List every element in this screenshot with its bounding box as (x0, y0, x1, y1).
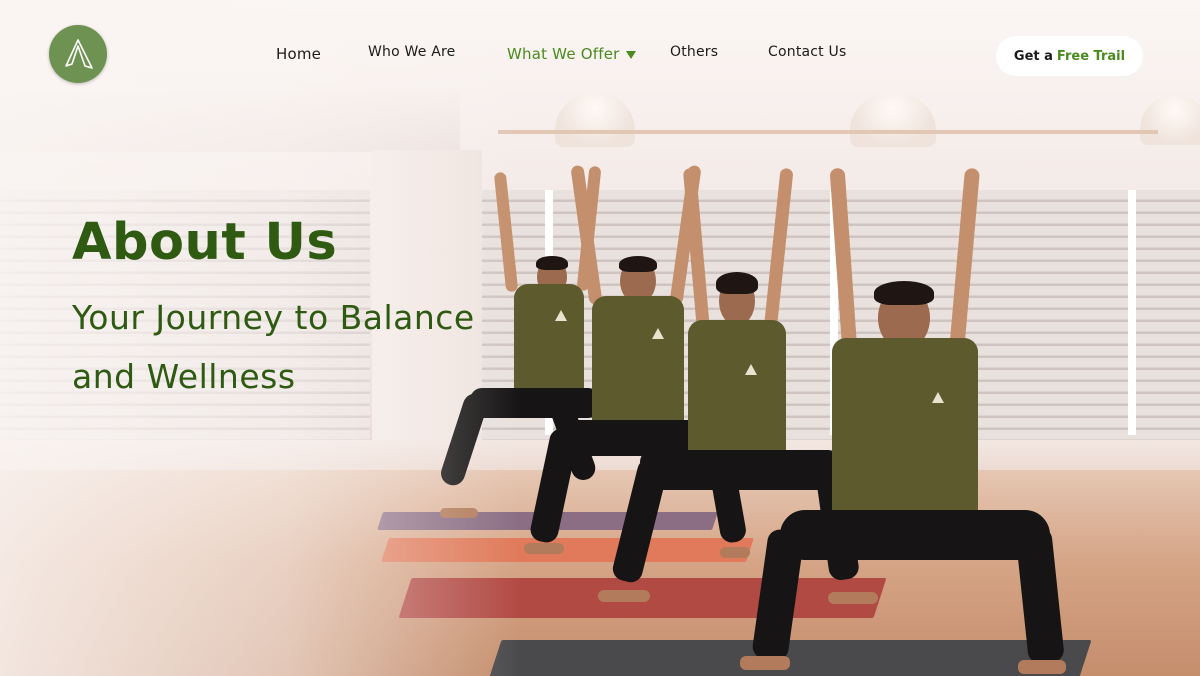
window-frame (1128, 190, 1136, 435)
yoga-mat (488, 640, 1092, 676)
ceiling-light-strip (498, 130, 1158, 134)
cta-prefix: Get a (1013, 48, 1053, 64)
nav-others[interactable]: Others (670, 44, 718, 60)
cta-highlight: Free Trail (1056, 48, 1126, 64)
page-subtitle: Your Journey to Balance and Wellness (72, 298, 475, 396)
nav-contact-us[interactable]: Contact Us (768, 44, 846, 60)
nav-home[interactable]: Home (276, 45, 321, 63)
page-title: About Us (72, 213, 338, 272)
brand-logo[interactable] (49, 25, 107, 83)
chevron-down-icon[interactable] (625, 50, 636, 59)
nav-who-we-are[interactable]: Who We Are (368, 44, 455, 60)
nav-what-we-offer-label: What We Offer (507, 45, 620, 63)
mountain-peak-icon (65, 39, 93, 69)
nav-what-we-offer[interactable]: What We Offer (507, 45, 636, 63)
free-trial-button[interactable]: Get a Free Trail (996, 36, 1143, 76)
